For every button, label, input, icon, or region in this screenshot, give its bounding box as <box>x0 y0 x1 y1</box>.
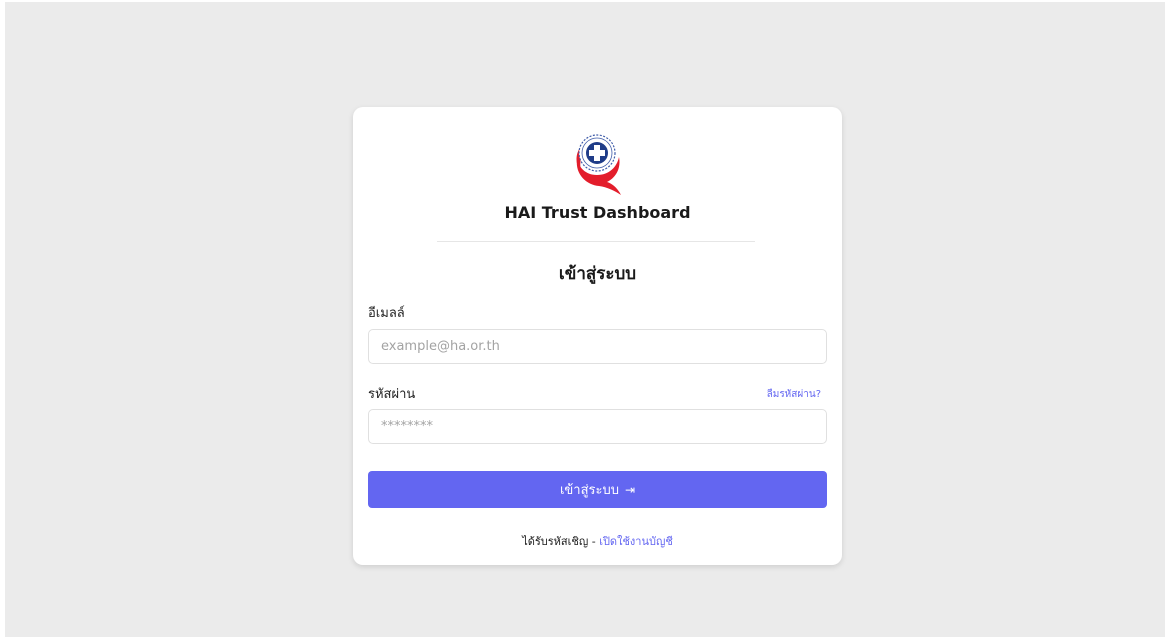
login-heading: เข้าสู่ระบบ <box>558 264 637 284</box>
forgot-password-link[interactable]: ลืมรหัสผ่าน? <box>767 387 821 402</box>
password-input[interactable] <box>368 409 827 444</box>
invite-text: ได้รับรหัสเชิญ - <box>522 535 600 548</box>
divider <box>437 241 755 242</box>
login-arrow-icon: ⇥ <box>624 482 636 497</box>
email-input[interactable] <box>368 329 827 364</box>
activate-account-link[interactable]: เปิดใช้งานบัญชี <box>599 535 673 548</box>
page-background: HAI Trust Dashboard เข้าสู่ระบบ อีเมลล์ … <box>5 2 1165 637</box>
email-label: อีเมลล์ <box>368 306 405 321</box>
invite-footer: ได้รับรหัสเชิญ - เปิดใช้งานบัญชี <box>353 532 842 550</box>
login-submit-label: เข้าสู่ระบบ <box>559 483 619 498</box>
password-label: รหัสผ่าน <box>368 387 416 402</box>
login-submit-button[interactable]: เข้าสู่ระบบ ⇥ <box>368 471 827 508</box>
hospital-logo-icon <box>576 134 621 195</box>
app-title: HAI Trust Dashboard <box>504 203 691 222</box>
login-card: HAI Trust Dashboard เข้าสู่ระบบ อีเมลล์ … <box>353 107 842 565</box>
